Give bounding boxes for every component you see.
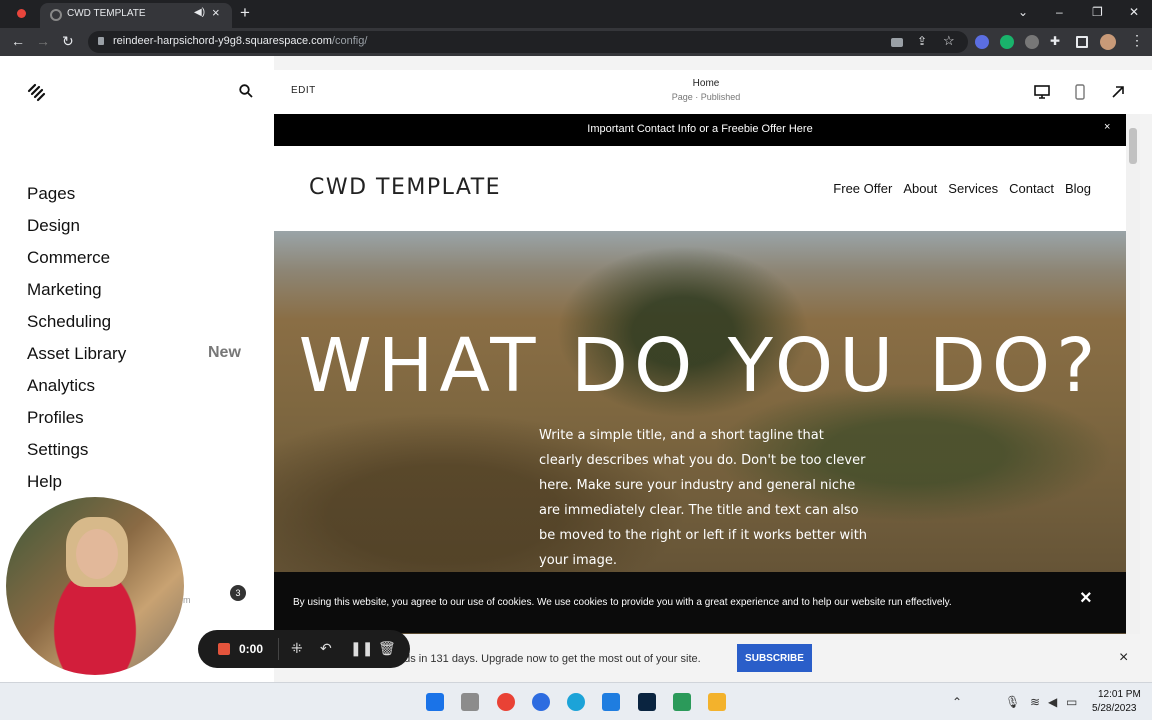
mobile-view-icon[interactable] bbox=[1072, 84, 1088, 100]
file-explorer-icon[interactable] bbox=[708, 693, 726, 711]
cookie-close-icon[interactable]: × bbox=[1080, 587, 1092, 610]
hero-tagline: Write a simple title, and a short taglin… bbox=[539, 428, 868, 568]
stop-recording-button[interactable] bbox=[218, 643, 230, 655]
cookie-banner: By using this website, you agree to our … bbox=[274, 572, 1126, 633]
grid-icon[interactable]: ⁜ bbox=[291, 640, 303, 657]
recorder-divider bbox=[278, 638, 279, 660]
sidebar-item-profiles[interactable]: Profiles bbox=[27, 407, 126, 439]
sidebar-item-marketing[interactable]: Marketing bbox=[27, 279, 126, 311]
camera-app-icon[interactable] bbox=[461, 693, 479, 711]
webcam-person-face bbox=[76, 529, 118, 579]
chevron-down-icon[interactable]: ⌄ bbox=[1018, 5, 1028, 19]
volume-icon[interactable]: ◀ bbox=[1048, 695, 1057, 709]
trash-icon[interactable]: 🗑 bbox=[378, 640, 396, 657]
taskbar-time[interactable]: 12:01 PM bbox=[1098, 689, 1141, 700]
announcement-close-icon[interactable]: × bbox=[1104, 121, 1110, 133]
camera-icon[interactable] bbox=[891, 38, 903, 47]
site-header: CWD TEMPLATE Free Offer About Services C… bbox=[274, 146, 1126, 231]
editor-toolbar: EDIT Home Page · Published bbox=[274, 70, 1152, 114]
nav-link-about[interactable]: About bbox=[903, 181, 937, 196]
share-icon[interactable]: ⇪ bbox=[917, 34, 927, 48]
recording-indicator-icon bbox=[17, 9, 26, 18]
zoom-icon[interactable] bbox=[532, 693, 550, 711]
bookmark-star-icon[interactable]: ☆ bbox=[943, 33, 955, 49]
scrollbar-thumb[interactable] bbox=[1129, 128, 1137, 164]
puzzle-extensions-icon[interactable]: ✚ bbox=[1050, 34, 1060, 48]
desktop-view-icon[interactable] bbox=[1034, 84, 1050, 100]
screen-recorder-icon[interactable] bbox=[1025, 35, 1039, 49]
url-text: reindeer-harpsichord-y9g8.squarespace.co… bbox=[113, 35, 368, 47]
site-nav: Free Offer About Services Contact Blog bbox=[833, 181, 1091, 196]
back-icon[interactable]: ← bbox=[11, 33, 25, 49]
forward-icon[interactable]: → bbox=[36, 33, 50, 49]
wifi-icon[interactable]: ≋ bbox=[1030, 695, 1040, 709]
pause-icon[interactable]: ❚❚ bbox=[350, 640, 373, 657]
new-tab-button[interactable]: + bbox=[240, 3, 250, 23]
profile-avatar[interactable] bbox=[1100, 34, 1116, 50]
recorder-controls: 0:00 ⁜ ↶ ❚❚ 🗑 bbox=[198, 630, 410, 668]
new-badge: New bbox=[208, 344, 241, 361]
chevron-up-icon[interactable]: ⌃ bbox=[952, 695, 962, 709]
lock-icon bbox=[98, 37, 104, 45]
nav-link-free-offer[interactable]: Free Offer bbox=[833, 181, 892, 196]
sidebar-item-commerce[interactable]: Commerce bbox=[27, 247, 126, 279]
loom-app-icon[interactable] bbox=[602, 693, 620, 711]
undo-icon[interactable]: ↶ bbox=[320, 640, 332, 657]
site-preview: Important Contact Info or a Freebie Offe… bbox=[274, 114, 1126, 634]
close-window-icon[interactable]: ✕ bbox=[1129, 5, 1139, 19]
squarespace-logo-icon[interactable] bbox=[26, 82, 48, 102]
browser-toolbar: ← → ↻ reindeer-harpsichord-y9g8.squaresp… bbox=[0, 28, 1152, 56]
site-title[interactable]: CWD TEMPLATE bbox=[309, 175, 501, 200]
search-icon[interactable] bbox=[239, 84, 253, 98]
announcement-bar[interactable]: Important Contact Info or a Freebie Offe… bbox=[274, 114, 1126, 146]
editor-frame: EDIT Home Page · Published Important Con… bbox=[274, 56, 1152, 682]
tab-title: CWD TEMPLATE bbox=[67, 8, 146, 19]
sidebar-item-design[interactable]: Design bbox=[27, 215, 126, 247]
preview-scrollbar[interactable] bbox=[1126, 114, 1140, 634]
sidebar-item-scheduling[interactable]: Scheduling bbox=[27, 311, 126, 343]
reload-icon[interactable]: ↻ bbox=[62, 33, 74, 50]
hero-heading: WHAT DO YOU DO? bbox=[298, 323, 1102, 409]
microphone-icon[interactable]: 🎙 bbox=[1005, 695, 1020, 709]
page-status: Page · Published bbox=[671, 92, 741, 102]
webcam-overlay[interactable] bbox=[6, 497, 184, 675]
recording-timer: 0:00 bbox=[239, 642, 264, 656]
nav-link-blog[interactable]: Blog bbox=[1065, 181, 1091, 196]
browser-titlebar: CWD TEMPLATE ◀) × + ⌄ – ❐ ✕ bbox=[0, 0, 1152, 28]
minimize-icon[interactable]: – bbox=[1056, 5, 1063, 19]
browser-tab[interactable]: CWD TEMPLATE ◀) × bbox=[40, 3, 232, 28]
sidebar-nav: Pages Design Commerce Marketing Scheduli… bbox=[27, 183, 126, 503]
nav-link-contact[interactable]: Contact bbox=[1009, 181, 1054, 196]
sidebar-item-pages[interactable]: Pages bbox=[27, 183, 126, 215]
cortana-icon[interactable] bbox=[567, 693, 585, 711]
trial-close-icon[interactable]: × bbox=[1119, 649, 1128, 667]
expand-arrow-icon[interactable] bbox=[1110, 84, 1126, 100]
loading-favicon-icon bbox=[50, 9, 62, 21]
side-panel-icon[interactable] bbox=[1076, 36, 1088, 48]
cookie-text: By using this website, you agree to our … bbox=[293, 597, 952, 608]
chrome-icon[interactable] bbox=[497, 693, 515, 711]
grammarly-icon[interactable] bbox=[1000, 35, 1014, 49]
address-bar[interactable]: reindeer-harpsichord-y9g8.squarespace.co… bbox=[88, 31, 968, 53]
photoshop-icon[interactable] bbox=[638, 693, 656, 711]
nav-link-services[interactable]: Services bbox=[948, 181, 998, 196]
speaker-icon[interactable]: ◀) bbox=[194, 7, 205, 18]
announcement-text: Important Contact Info or a Freebie Offe… bbox=[587, 123, 813, 135]
notepad-icon[interactable] bbox=[673, 693, 691, 711]
sidebar-item-asset-library[interactable]: Asset Library bbox=[27, 343, 126, 375]
subscribe-button[interactable]: SUBSCRIBE bbox=[737, 644, 812, 672]
page-title: Home bbox=[692, 78, 720, 89]
windows-start-icon[interactable] bbox=[426, 693, 444, 711]
taskbar-date[interactable]: 5/28/2023 bbox=[1092, 703, 1137, 714]
notification-count-badge[interactable]: 3 bbox=[230, 585, 246, 601]
sidebar-item-settings[interactable]: Settings bbox=[27, 439, 126, 471]
windows-taskbar: ⌃ 🎙 ≋ ◀ ▭ 12:01 PM 5/28/2023 bbox=[0, 682, 1152, 720]
trial-text: nds in 131 days. Upgrade now to get the … bbox=[398, 653, 701, 665]
extension-icon[interactable] bbox=[975, 35, 989, 49]
restore-icon[interactable]: ❐ bbox=[1092, 5, 1103, 19]
kebab-menu-icon[interactable]: ⋮ bbox=[1130, 32, 1144, 49]
close-tab-icon[interactable]: × bbox=[212, 5, 220, 20]
sidebar-item-analytics[interactable]: Analytics bbox=[27, 375, 126, 407]
battery-icon[interactable]: ▭ bbox=[1066, 695, 1077, 709]
